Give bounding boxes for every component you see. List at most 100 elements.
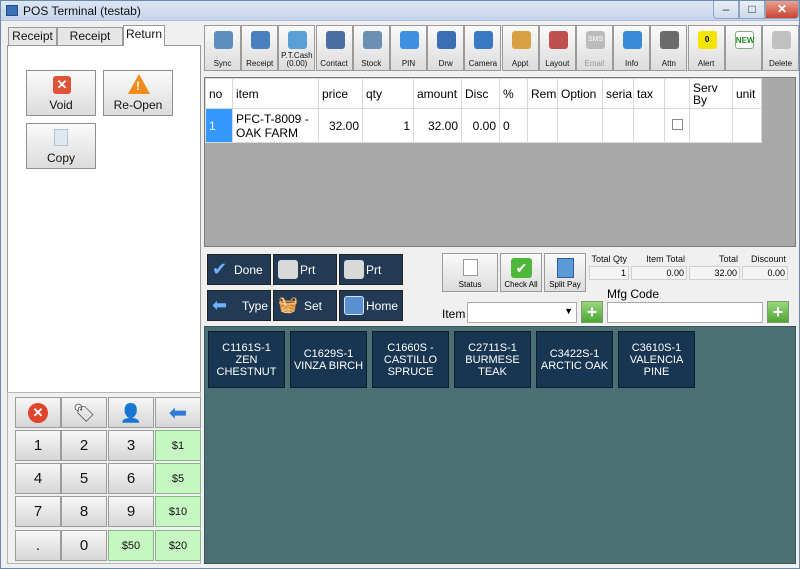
column-header[interactable]: qty	[362, 78, 414, 109]
toolbar-stock-button[interactable]: Stock	[352, 25, 390, 71]
cell-pct[interactable]: 0	[499, 108, 528, 143]
backspace-key[interactable]: ⬅	[155, 397, 201, 428]
copy-button[interactable]: Copy	[26, 123, 96, 169]
key-1[interactable]: 1	[15, 430, 61, 461]
print-item-button[interactable]: Prt Item	[339, 254, 403, 307]
cell-item[interactable]: PFC-T-8009 - OAK FARM	[232, 108, 319, 143]
type-button[interactable]: ⬅ Type	[207, 290, 271, 321]
add-mfg-code-button[interactable]: +	[767, 301, 789, 323]
price-tag-key[interactable]: 🏷	[61, 397, 107, 428]
toolbar-alert-button[interactable]: 0 Alert	[687, 25, 725, 71]
cell-qty[interactable]: 1	[362, 108, 414, 143]
product-button[interactable]: C3610S-1 VALENCIA PINE	[618, 331, 695, 388]
toolbar-delete-button[interactable]: Delete	[762, 25, 799, 71]
toolbar-p-t-cash-0-00-button[interactable]: P.T.Cash (0.00)	[278, 25, 316, 71]
toolbar-attn-button[interactable]: Attn	[650, 25, 688, 71]
cell-price[interactable]: 32.00	[318, 108, 363, 143]
toolbar-label: Drw	[438, 59, 453, 68]
key-0[interactable]: 0	[61, 530, 107, 561]
status-button[interactable]: Status	[442, 253, 498, 292]
product-button[interactable]: C1629S-1 VINZA BIRCH	[290, 331, 367, 388]
cell-amount[interactable]: 32.00	[413, 108, 462, 143]
cell-no[interactable]: 1	[205, 108, 233, 143]
cell-empty[interactable]	[633, 108, 665, 143]
toolbar-label: Stock	[361, 59, 382, 68]
product-button[interactable]: C1660S - CASTILLO SPRUCE	[372, 331, 449, 388]
toolbar-sync-button[interactable]: Sync	[204, 25, 241, 71]
cell-checkbox[interactable]	[664, 108, 690, 143]
void-button[interactable]: ✕ Void	[26, 70, 96, 116]
add-item-button[interactable]: +	[581, 301, 603, 323]
cell-empty[interactable]	[689, 108, 733, 143]
check-all-button[interactable]: ✔ Check All	[500, 253, 542, 292]
key-2[interactable]: 2	[61, 430, 107, 461]
key-7[interactable]: 7	[15, 496, 61, 527]
table-row[interactable]: 1 PFC-T-8009 - OAK FARM 32.00 1 32.00 0.00 0	[205, 108, 762, 143]
key-5[interactable]: 5	[61, 463, 107, 494]
column-header[interactable]: Disc	[461, 78, 500, 109]
close-button[interactable]: ✕	[765, 1, 799, 19]
cell-empty[interactable]	[527, 108, 558, 143]
toolbar-contact-button[interactable]: Contact	[315, 25, 353, 71]
key-20-dollar[interactable]: $20	[155, 530, 201, 561]
toolbar-pin-button[interactable]: PIN	[390, 25, 427, 71]
toolbar-label: Info	[625, 59, 639, 68]
toolbar-layout-button[interactable]: Layout	[538, 25, 576, 71]
key-9[interactable]: 9	[108, 496, 154, 527]
product-button[interactable]: C3422S-1 ARCTIC OAK	[536, 331, 613, 388]
toolbar-receipt-button[interactable]: Receipt	[241, 25, 279, 71]
item-dropdown[interactable]: ▼	[467, 302, 577, 323]
key-10-dollar[interactable]: $10	[155, 496, 201, 527]
key-1-dollar[interactable]: $1	[155, 430, 201, 461]
cancel-key[interactable]: ✕	[15, 397, 61, 428]
column-header[interactable]: unit	[732, 78, 762, 109]
toolbar-appt-button[interactable]: Appt	[501, 25, 539, 71]
toolbar-email-button[interactable]: SMS Email	[576, 25, 613, 71]
check-all-icon: ✔	[511, 258, 532, 278]
tab-return[interactable]: Return	[123, 25, 165, 46]
key-8[interactable]: 8	[61, 496, 107, 527]
column-header[interactable]: price	[318, 78, 363, 109]
column-header[interactable]: amount	[413, 78, 462, 109]
maximize-button[interactable]: □	[739, 1, 765, 19]
cell-empty[interactable]	[602, 108, 634, 143]
column-header[interactable]: Rema	[527, 78, 558, 109]
column-header[interactable]	[664, 78, 690, 109]
key-5-dollar[interactable]: $5	[155, 463, 201, 494]
toolbar-camera-button[interactable]: Camera	[464, 25, 502, 71]
row-checkbox[interactable]	[671, 118, 683, 130]
cell-disc[interactable]: 0.00	[461, 108, 500, 143]
cell-empty[interactable]	[557, 108, 603, 143]
column-header[interactable]: no	[205, 78, 233, 109]
cell-empty[interactable]	[732, 108, 762, 143]
key-3[interactable]: 3	[108, 430, 154, 461]
column-header[interactable]: seria	[602, 78, 634, 109]
home-button[interactable]: Home	[339, 290, 403, 321]
done-button[interactable]: ✔ Done	[207, 254, 271, 285]
column-header[interactable]: %	[499, 78, 528, 109]
toolbar-drw-button[interactable]: Drw	[427, 25, 465, 71]
key-decimal[interactable]: .	[15, 530, 61, 561]
key-4[interactable]: 4	[15, 463, 61, 494]
column-header[interactable]: Option	[557, 78, 603, 109]
key-6[interactable]: 6	[108, 463, 154, 494]
toolbar-info-button[interactable]: Info	[613, 25, 651, 71]
column-header[interactable]: tax	[633, 78, 665, 109]
set-button[interactable]: 🧺 Set	[273, 290, 337, 321]
mfg-code-input[interactable]	[607, 302, 763, 323]
customer-key[interactable]: 👤	[108, 397, 154, 428]
reopen-button[interactable]: ! Re-Open	[103, 70, 173, 116]
toolbar-new-button[interactable]: NEW	[724, 25, 762, 71]
print-full-button[interactable]: Prt Full	[273, 254, 337, 307]
minimize-button[interactable]: –	[713, 1, 739, 19]
column-header[interactable]: Serv By	[689, 78, 733, 109]
key-50-dollar[interactable]: $50	[108, 530, 154, 561]
discount-value: 0.00	[742, 266, 788, 280]
split-pay-button[interactable]: Split Pay	[544, 253, 586, 292]
column-header[interactable]: item	[232, 78, 319, 109]
type-label: Type	[242, 299, 269, 313]
tab-receipt-info[interactable]: Receipt Info	[57, 27, 123, 60]
product-button[interactable]: C1161S-1 ZEN CHESTNUT	[208, 331, 285, 388]
product-button[interactable]: C2711S-1 BURMESE TEAK	[454, 331, 531, 388]
tab-receipt[interactable]: Receipt	[8, 27, 57, 46]
